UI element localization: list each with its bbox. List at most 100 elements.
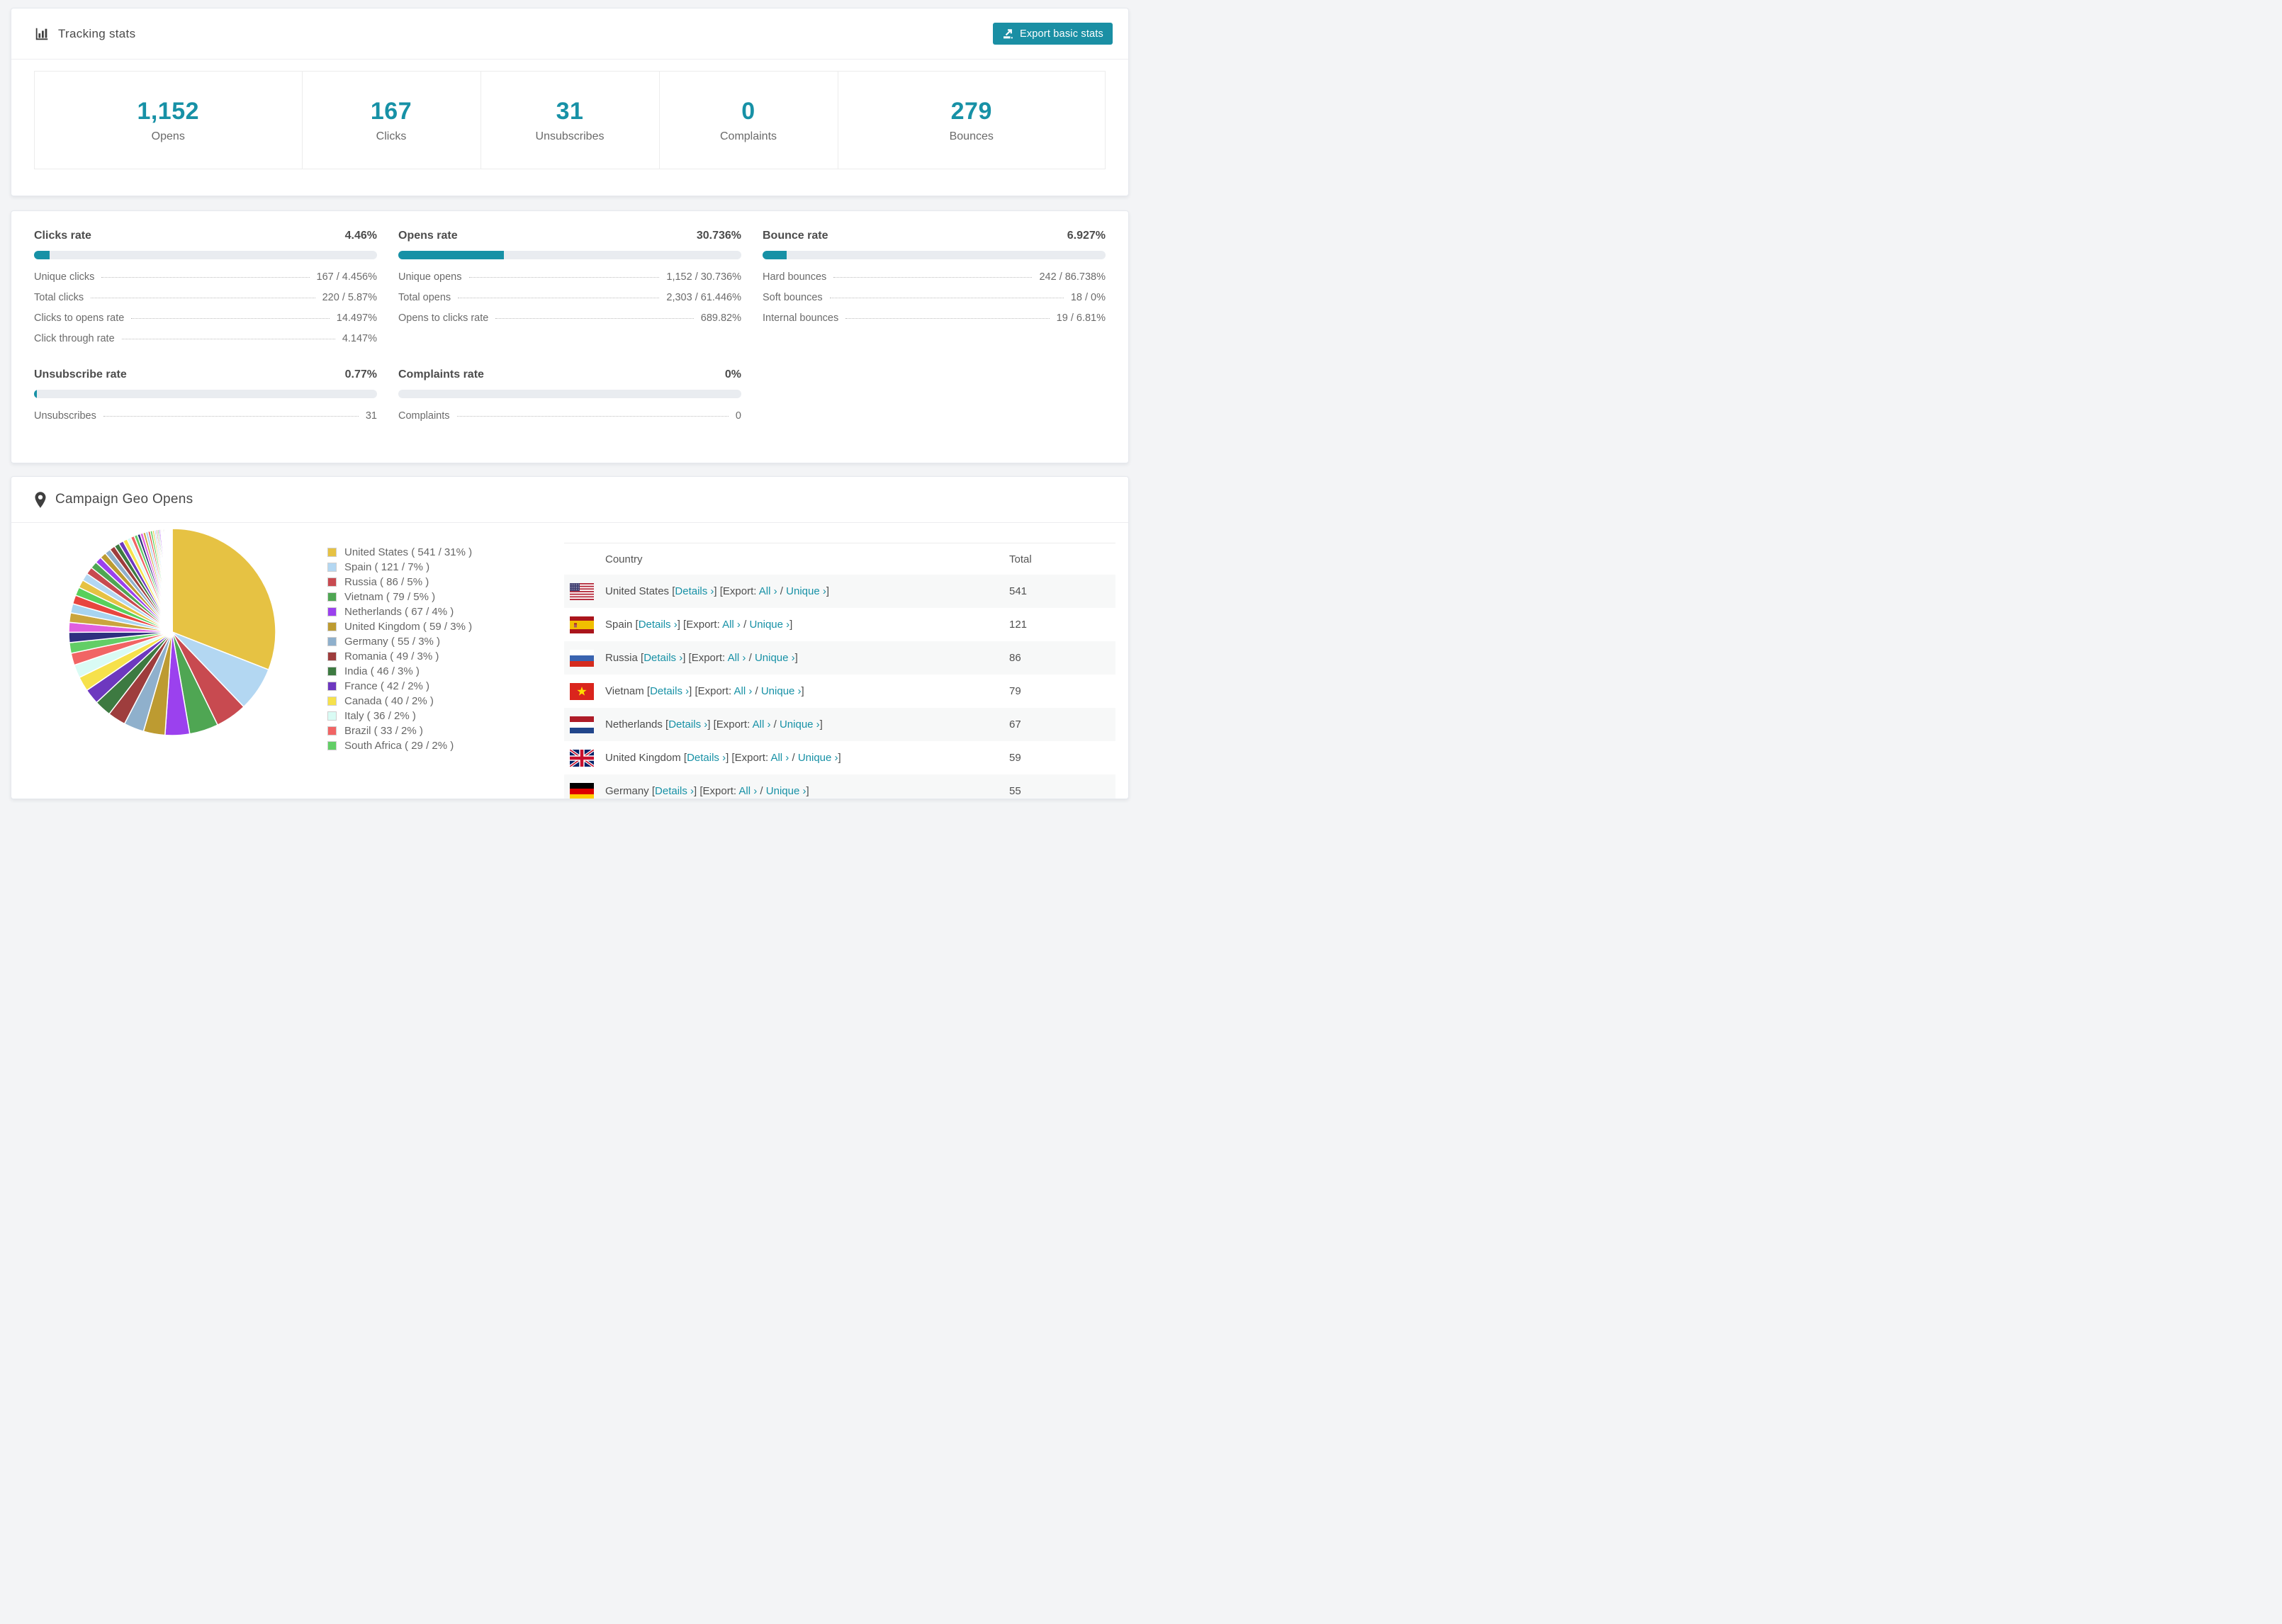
dotted-leader — [101, 277, 310, 278]
stat-label: Unsubscribes — [34, 410, 96, 422]
legend-swatch — [327, 563, 337, 572]
details-link[interactable]: Details › — [643, 652, 682, 664]
rates-card: Clicks rate 4.46% Unique clicks 167 / 4.456… — [11, 210, 1129, 463]
details-link[interactable]: Details › — [650, 685, 689, 697]
legend-swatch — [327, 637, 337, 646]
legend-item-canada[interactable]: Canada ( 40 / 2% ) — [327, 694, 472, 709]
bar-chart-icon — [34, 26, 50, 42]
export-all-link[interactable]: All › — [728, 652, 746, 664]
legend-item-italy[interactable]: Italy ( 36 / 2% ) — [327, 709, 472, 723]
export-unique-link[interactable]: Unique › — [798, 752, 838, 764]
total-cell: 86 — [1009, 652, 1021, 664]
export-basic-stats-button[interactable]: Export basic stats — [992, 23, 1113, 45]
legend-item-netherlands[interactable]: Netherlands ( 67 / 4% ) — [327, 604, 472, 619]
export-unique-link[interactable]: Unique › — [766, 785, 806, 797]
rate-head: Opens rate 30.736% — [398, 230, 741, 242]
stat-row: Total opens 2,303 / 61.446% — [398, 292, 741, 303]
rate-title: Unsubscribe rate — [34, 368, 127, 380]
legend-label: Romania ( 49 / 3% ) — [344, 650, 439, 662]
legend-label: Germany ( 55 / 3% ) — [344, 636, 441, 648]
details-link[interactable]: Details › — [639, 619, 678, 631]
legend-item-united-states[interactable]: United States ( 541 / 31% ) — [327, 545, 472, 560]
export-all-link[interactable]: All › — [722, 619, 741, 631]
summary-box-complaints: 0 Complaints — [658, 71, 838, 169]
summary-box-unsubscribes: 31 Unsubscribes — [480, 71, 660, 169]
dotted-leader — [833, 277, 1033, 278]
legend-item-spain[interactable]: Spain ( 121 / 7% ) — [327, 560, 472, 575]
rate-value: 0.77% — [344, 368, 377, 380]
legend-label: Brazil ( 33 / 2% ) — [344, 725, 423, 737]
rate-value: 0% — [724, 368, 741, 380]
legend-label: Russia ( 86 / 5% ) — [344, 576, 429, 588]
legend-swatch — [327, 652, 337, 661]
rate-head: Unsubscribe rate 0.77% — [34, 368, 377, 381]
stat-row: Total clicks 220 / 5.87% — [34, 292, 377, 303]
total-cell: 55 — [1009, 785, 1021, 797]
legend-label: Canada ( 40 / 2% ) — [344, 695, 434, 707]
geo-header: Campaign Geo Opens — [11, 477, 1128, 523]
legend-item-france[interactable]: France ( 42 / 2% ) — [327, 679, 472, 694]
progress-bar — [763, 251, 1106, 259]
legend-item-united-kingdom[interactable]: United Kingdom ( 59 / 3% ) — [327, 619, 472, 634]
export-unique-link[interactable]: Unique › — [761, 685, 802, 697]
stat-label: Internal bounces — [763, 312, 839, 324]
geo-table-row-netherlands: Netherlands [Details ›] [Export: All › /… — [564, 708, 1115, 741]
stat-value: 31 — [365, 410, 377, 422]
summary-row: 1,152 Opens 167 Clicks 31 Unsubscribes 0 Compla… — [34, 71, 1106, 169]
flag-icon-us — [570, 582, 594, 600]
rate-block-complaints-rate: Complaints rate 0% Complaints 0 — [398, 368, 741, 422]
summary-box-opens: 1,152 Opens — [34, 71, 303, 169]
summary-label: Unsubscribes — [535, 130, 605, 142]
export-all-link[interactable]: All › — [759, 585, 777, 597]
stat-row: Internal bounces 19 / 6.81% — [763, 312, 1106, 324]
details-link[interactable]: Details › — [668, 718, 707, 731]
legend-swatch — [327, 697, 337, 706]
rate-title: Clicks rate — [34, 230, 91, 242]
stat-row: Click through rate 4.147% — [34, 333, 377, 344]
legend-item-germany[interactable]: Germany ( 55 / 3% ) — [327, 634, 472, 649]
geo-pie-chart — [68, 528, 276, 736]
rate-block-opens-rate: Opens rate 30.736% Unique opens 1,152 / 30.… — [398, 230, 741, 344]
details-link[interactable]: Details › — [687, 752, 726, 764]
legend-item-india[interactable]: India ( 46 / 3% ) — [327, 664, 472, 679]
rate-block-clicks-rate: Clicks rate 4.46% Unique clicks 167 / 4.456… — [34, 230, 377, 344]
legend-item-brazil[interactable]: Brazil ( 33 / 2% ) — [327, 723, 472, 738]
dotted-leader — [495, 318, 694, 319]
legend-label: Italy ( 36 / 2% ) — [344, 710, 416, 722]
progress-fill — [34, 251, 50, 259]
export-all-link[interactable]: All › — [770, 752, 789, 764]
export-all-link[interactable]: All › — [753, 718, 771, 731]
country-cell: Germany [Details ›] [Export: All › / Uni… — [605, 785, 809, 797]
legend-item-vietnam[interactable]: Vietnam ( 79 / 5% ) — [327, 590, 472, 604]
geo-table-row-spain: Spain [Details ›] [Export: All › / Uniqu… — [564, 608, 1115, 641]
rate-value: 30.736% — [696, 230, 741, 242]
legend-item-russia[interactable]: Russia ( 86 / 5% ) — [327, 575, 472, 590]
export-all-link[interactable]: All › — [738, 785, 757, 797]
export-unique-link[interactable]: Unique › — [755, 652, 795, 664]
legend-label: Vietnam ( 79 / 5% ) — [344, 591, 436, 603]
legend-item-south-africa[interactable]: South Africa ( 29 / 2% ) — [327, 738, 472, 753]
legend-label: United States ( 541 / 31% ) — [344, 546, 473, 558]
page-title: Tracking stats — [58, 26, 136, 40]
total-cell: 541 — [1009, 585, 1028, 597]
stat-row: Soft bounces 18 / 0% — [763, 292, 1106, 303]
export-unique-link[interactable]: Unique › — [786, 585, 826, 597]
stat-label: Clicks to opens rate — [34, 312, 125, 324]
rates-grid: Clicks rate 4.46% Unique clicks 167 / 4.456… — [11, 211, 1128, 449]
total-cell: 67 — [1009, 718, 1021, 731]
export-unique-link[interactable]: Unique › — [749, 619, 789, 631]
legend-item-romania[interactable]: Romania ( 49 / 3% ) — [327, 649, 472, 664]
details-link[interactable]: Details › — [655, 785, 694, 797]
details-link[interactable]: Details › — [675, 585, 714, 597]
summary-label: Clicks — [376, 130, 407, 142]
export-all-link[interactable]: All › — [734, 685, 752, 697]
legend-swatch — [327, 711, 337, 721]
stat-label: Hard bounces — [763, 271, 827, 283]
stat-value: 1,152 / 30.736% — [666, 271, 741, 283]
summary-label: Complaints — [719, 130, 777, 142]
export-unique-link[interactable]: Unique › — [780, 718, 820, 731]
stat-label: Total opens — [398, 292, 451, 303]
total-cell: 79 — [1009, 685, 1021, 697]
column-header-total: Total — [1009, 553, 1032, 565]
stat-value: 167 / 4.456% — [316, 271, 377, 283]
